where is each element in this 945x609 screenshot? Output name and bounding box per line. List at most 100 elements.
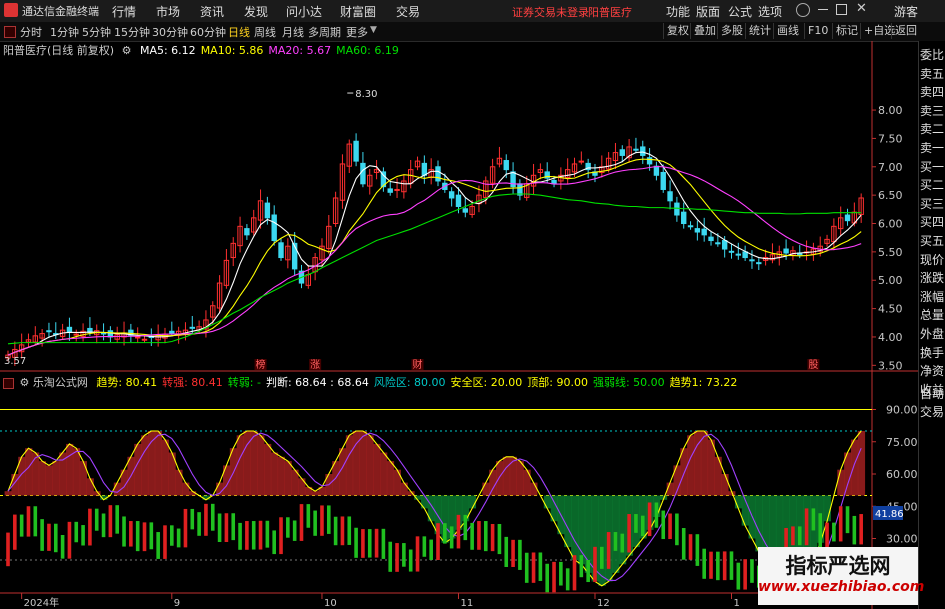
trend-area — [755, 495, 763, 552]
candle-body — [353, 140, 359, 162]
stats-button[interactable]: 统计 — [745, 23, 774, 39]
period-1min[interactable]: 1分钟 — [50, 24, 79, 40]
menu-news[interactable]: 资讯 — [200, 3, 224, 20]
side-item-1[interactable]: 卖五 — [920, 65, 945, 83]
period-weekly[interactable]: 周线 — [254, 24, 276, 40]
osc-bar — [716, 551, 720, 581]
osc-bar — [347, 516, 352, 545]
period-monthly[interactable]: 月线 — [282, 24, 304, 40]
osc-bar — [326, 505, 331, 534]
candle-body — [646, 157, 653, 165]
maximize-icon[interactable] — [836, 4, 847, 15]
collapse-icon[interactable] — [4, 26, 16, 38]
osc-bar — [204, 503, 208, 536]
side-item-12[interactable]: 涨跌 — [920, 269, 945, 287]
trend-area — [345, 435, 354, 496]
menu-options[interactable]: 选项 — [758, 3, 782, 20]
side-item-0[interactable]: 委比 — [920, 46, 945, 64]
osc-bar — [449, 526, 454, 549]
f10-button[interactable]: F10 — [804, 23, 831, 39]
side-item-13[interactable]: 涨幅 — [920, 288, 945, 306]
period-15min[interactable]: 15分钟 — [114, 24, 150, 40]
side-item-11[interactable]: 现价 — [920, 251, 945, 269]
mark-button[interactable]: 标记 — [832, 23, 861, 39]
osc-bar — [101, 513, 106, 538]
draw-button[interactable]: 画线 — [773, 23, 802, 39]
menu-discover[interactable]: 发现 — [244, 3, 268, 20]
ind-tick-label-4: 75.00 — [886, 436, 918, 449]
price-tick-label-1: 4.00 — [878, 331, 903, 344]
candle-body — [674, 202, 680, 216]
trend-area — [687, 435, 695, 496]
side-item-9[interactable]: 买四 — [920, 213, 945, 231]
chart-area[interactable]: 3.50 4.00 4.50 5.00 5.50 6.00 6.50 7.00 7.50 8.00… — [0, 41, 918, 609]
candle-body — [73, 333, 79, 336]
menu-trade[interactable]: 交易 — [396, 3, 420, 20]
osc-bar — [94, 508, 99, 531]
overlay-button[interactable]: 叠加 — [690, 23, 719, 39]
osc-bar — [579, 555, 584, 578]
osc-bar — [190, 508, 195, 530]
osc-bar — [559, 561, 563, 586]
period-daily[interactable]: 日线 — [228, 24, 250, 40]
candle-body — [517, 183, 523, 196]
trend-area — [59, 452, 67, 496]
menu-market[interactable]: 市场 — [156, 3, 180, 20]
period-30min[interactable]: 30分钟 — [152, 24, 188, 40]
headset-icon[interactable] — [796, 3, 810, 17]
period-more[interactable]: 更多 — [346, 24, 368, 40]
trend-area — [38, 461, 47, 496]
close-icon[interactable]: ✕ — [856, 1, 867, 16]
price-tick-label-0: 3.50 — [878, 359, 903, 372]
side-item-6[interactable]: 买一 — [920, 158, 945, 176]
ma60-line — [7, 193, 862, 345]
side-bottom-item-0[interactable]: 自动 — [920, 385, 945, 403]
osc-bar — [531, 552, 536, 583]
adjust-button[interactable]: 复权 — [663, 23, 692, 39]
menu-ask[interactable]: 问小达 — [286, 3, 322, 20]
period-60min[interactable]: 60分钟 — [190, 24, 226, 40]
side-item-5[interactable]: 卖一 — [920, 139, 945, 157]
trend-area — [482, 482, 490, 496]
side-item-16[interactable]: 换手 — [920, 344, 945, 362]
back-button[interactable]: 返回 — [891, 23, 920, 39]
multi-stock-button[interactable]: 多股 — [717, 23, 746, 39]
side-item-2[interactable]: 卖四 — [920, 83, 945, 101]
candle-body — [141, 338, 148, 341]
side-bottom-item-1[interactable]: 交易 — [920, 403, 945, 421]
login-warning[interactable]: 证券交易未登录 — [512, 4, 589, 20]
side-item-7[interactable]: 买二 — [920, 176, 945, 194]
price-tick-label-6: 6.50 — [878, 189, 903, 202]
osc-bar — [470, 522, 474, 550]
period-intraday[interactable]: 分时 — [20, 24, 42, 40]
side-item-3[interactable]: 卖三 — [920, 102, 945, 120]
menu-formula[interactable]: 公式 — [728, 3, 752, 20]
side-item-14[interactable]: 总量 — [920, 306, 945, 324]
menu-function[interactable]: 功能 — [666, 3, 690, 20]
watermark-url: www.xuezhibiao.com — [758, 579, 925, 595]
side-item-15[interactable]: 外盘 — [920, 325, 945, 343]
candle-body — [681, 211, 687, 225]
osc-bar — [238, 522, 242, 550]
trend-area — [175, 469, 183, 496]
side-item-4[interactable]: 卖二 — [920, 120, 945, 138]
menu-layout[interactable]: 版面 — [696, 3, 720, 20]
trend-area — [618, 495, 627, 565]
menu-wealth-circle[interactable]: 财富圈 — [340, 3, 376, 20]
minimize-icon[interactable] — [818, 9, 828, 10]
osc-bar — [320, 505, 324, 536]
chevron-down-icon[interactable]: ▼ — [370, 25, 377, 35]
side-item-17[interactable]: 净资 — [920, 362, 945, 380]
osc-bar — [265, 520, 270, 548]
side-item-10[interactable]: 买五 — [920, 232, 945, 250]
menu-quotes[interactable]: 行情 — [112, 3, 136, 20]
candle-body — [653, 165, 660, 176]
osc-bar — [395, 543, 399, 572]
low-label: 3.57 — [4, 356, 26, 367]
guest-label[interactable]: 游客 — [894, 3, 918, 20]
side-item-8[interactable]: 买三 — [920, 195, 945, 213]
period-5min[interactable]: 5分钟 — [82, 24, 111, 40]
trend-area — [250, 431, 258, 496]
trend-area — [86, 478, 94, 496]
period-multi[interactable]: 多周期 — [308, 24, 341, 40]
